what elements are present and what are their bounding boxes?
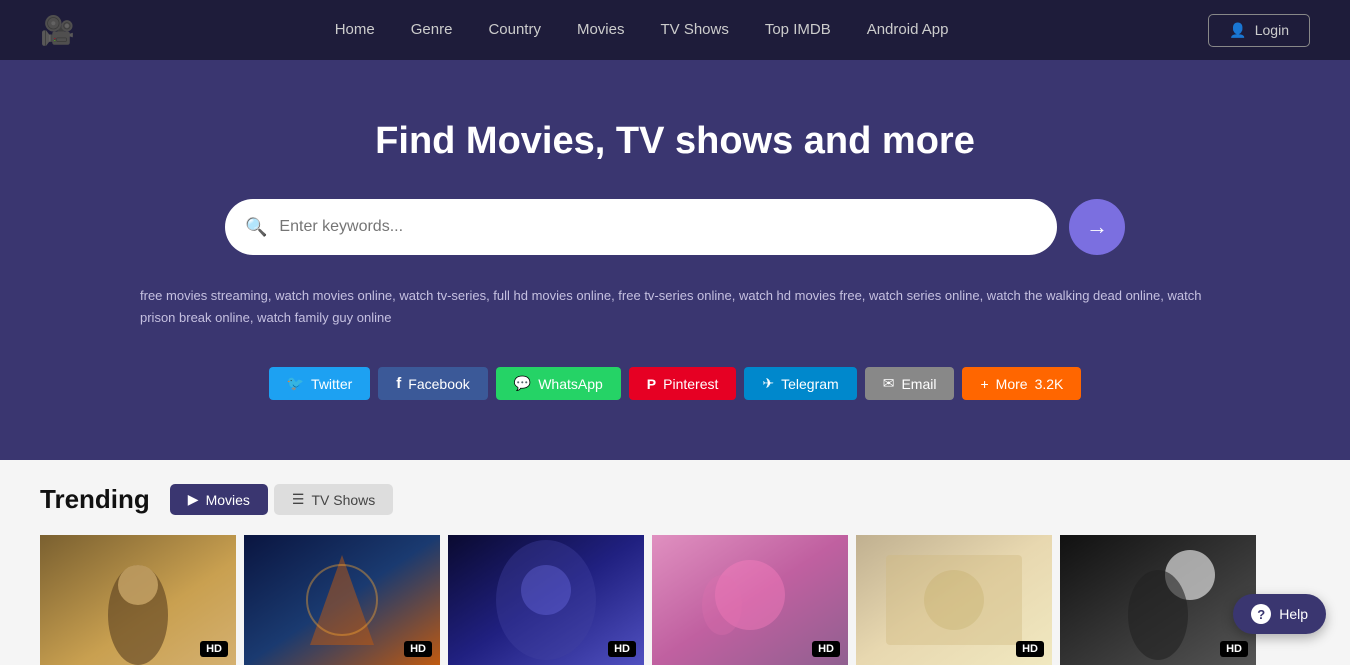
facebook-label: Facebook bbox=[408, 376, 469, 392]
plus-icon: + bbox=[980, 376, 988, 392]
email-label: Email bbox=[901, 376, 936, 392]
arrow-right-icon bbox=[1086, 214, 1108, 240]
pinterest-share-button[interactable]: P Pinterest bbox=[629, 367, 737, 400]
tab-tvshows-label: TV Shows bbox=[311, 492, 375, 508]
whatsapp-label: WhatsApp bbox=[538, 376, 603, 392]
movie-card-6[interactable]: HD bbox=[1060, 535, 1256, 665]
more-label: More bbox=[996, 376, 1028, 392]
more-share-button[interactable]: + More 3.2K bbox=[962, 367, 1081, 400]
play-icon: ▶ bbox=[188, 491, 199, 508]
movie-card-3[interactable]: HD bbox=[448, 535, 644, 665]
movie-card-1[interactable]: HD bbox=[40, 535, 236, 665]
more-count: 3.2K bbox=[1035, 376, 1064, 392]
question-icon: ? bbox=[1251, 604, 1271, 624]
login-label: Login bbox=[1255, 22, 1289, 38]
trending-title: Trending bbox=[40, 484, 150, 515]
navbar: 🎥 Home Genre Country Movies TV Shows Top… bbox=[0, 0, 1350, 60]
search-submit-button[interactable] bbox=[1069, 199, 1125, 255]
nav-links: Home Genre Country Movies TV Shows Top I… bbox=[335, 21, 949, 39]
help-label: Help bbox=[1279, 606, 1308, 622]
telegram-share-button[interactable]: ✈ Telegram bbox=[744, 367, 856, 400]
pinterest-label: Pinterest bbox=[663, 376, 718, 392]
facebook-share-button[interactable]: f Facebook bbox=[378, 367, 487, 400]
whatsapp-icon: 💬 bbox=[514, 375, 531, 392]
hero-section: Find Movies, TV shows and more 🔍 free mo… bbox=[0, 60, 1350, 460]
movies-row: HD HD HD bbox=[40, 535, 1310, 665]
help-button[interactable]: ? Help bbox=[1233, 594, 1326, 634]
hd-badge-6: HD bbox=[1220, 641, 1248, 657]
movie-card-5[interactable]: HD bbox=[856, 535, 1052, 665]
logo[interactable]: 🎥 bbox=[40, 14, 75, 47]
tab-movies-label: Movies bbox=[206, 492, 250, 508]
hd-badge-4: HD bbox=[812, 641, 840, 657]
email-icon: ✉ bbox=[883, 375, 895, 392]
list-icon: ☰ bbox=[292, 491, 305, 508]
nav-tvshows[interactable]: TV Shows bbox=[660, 21, 728, 38]
search-icon: 🔍 bbox=[245, 217, 267, 238]
telegram-label: Telegram bbox=[781, 376, 839, 392]
nav-movies[interactable]: Movies bbox=[577, 21, 625, 38]
trending-section: Trending ▶ Movies ☰ TV Shows bbox=[0, 460, 1350, 665]
nav-genre[interactable]: Genre bbox=[411, 21, 453, 38]
pinterest-icon: P bbox=[647, 376, 656, 392]
nav-country[interactable]: Country bbox=[488, 21, 541, 38]
facebook-icon: f bbox=[396, 375, 401, 392]
hd-badge-3: HD bbox=[608, 641, 636, 657]
twitter-label: Twitter bbox=[311, 376, 352, 392]
hd-badge-5: HD bbox=[1016, 641, 1044, 657]
movie-card-2[interactable]: HD bbox=[244, 535, 440, 665]
user-icon bbox=[1229, 22, 1246, 39]
trending-header: Trending ▶ Movies ☰ TV Shows bbox=[40, 484, 1310, 515]
search-bar: 🔍 bbox=[225, 199, 1057, 255]
whatsapp-share-button[interactable]: 💬 WhatsApp bbox=[496, 367, 621, 400]
tab-movies[interactable]: ▶ Movies bbox=[170, 484, 268, 515]
hero-heading: Find Movies, TV shows and more bbox=[40, 120, 1310, 163]
nav-home[interactable]: Home bbox=[335, 21, 375, 38]
search-container: 🔍 bbox=[225, 199, 1125, 255]
nav-android-app[interactable]: Android App bbox=[867, 21, 949, 38]
email-share-button[interactable]: ✉ Email bbox=[865, 367, 955, 400]
tags-text: free movies streaming, watch movies onli… bbox=[100, 285, 1250, 329]
nav-top-imdb[interactable]: Top IMDB bbox=[765, 21, 831, 38]
twitter-icon: 🐦 bbox=[287, 375, 304, 392]
telegram-icon: ✈ bbox=[762, 375, 774, 392]
twitter-share-button[interactable]: 🐦 Twitter bbox=[269, 367, 371, 400]
login-button[interactable]: Login bbox=[1208, 14, 1310, 47]
trending-tabs: ▶ Movies ☰ TV Shows bbox=[170, 484, 394, 515]
search-input[interactable] bbox=[279, 218, 1037, 236]
movie-card-4[interactable]: HD bbox=[652, 535, 848, 665]
tab-tvshows[interactable]: ☰ TV Shows bbox=[274, 484, 393, 515]
hd-badge-2: HD bbox=[404, 641, 432, 657]
hd-badge-1: HD bbox=[200, 641, 228, 657]
logo-icon: 🎥 bbox=[40, 14, 75, 47]
social-buttons: 🐦 Twitter f Facebook 💬 WhatsApp P Pinter… bbox=[40, 357, 1310, 420]
